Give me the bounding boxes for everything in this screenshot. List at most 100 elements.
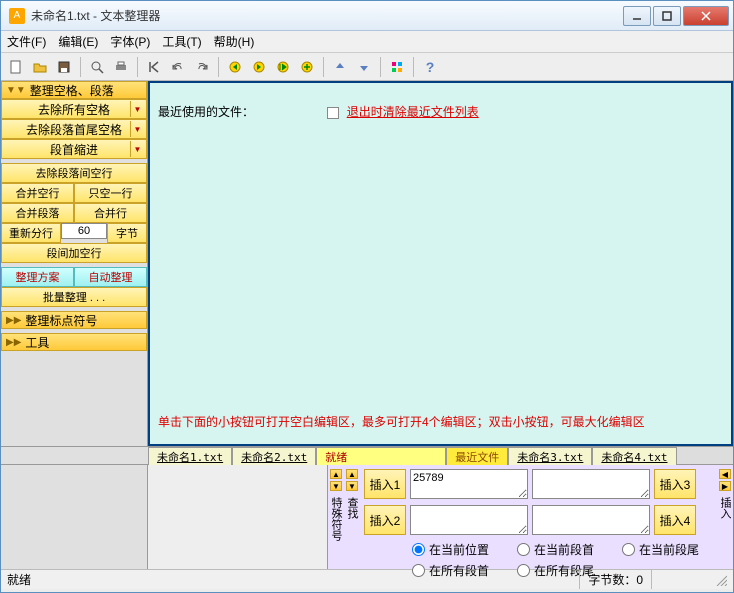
sidebar-group-label: 整理空格、段落 <box>30 82 114 99</box>
down-icon[interactable] <box>353 56 375 78</box>
window-title: 未命名1.txt - 文本整理器 <box>31 7 621 24</box>
sidebar-group-label: 整理标点符号 <box>25 312 97 329</box>
hint-message: 单击下面的小按钮可打开空白编辑区，最多可打开4个编辑区；双击小按钮，可最大化编辑… <box>158 413 645 430</box>
titlebar: A 未命名1.txt - 文本整理器 <box>1 1 733 31</box>
lower-panel: ▲ ▼ 特殊符号 ▲ ▼ 查找 插入1 25789 插入3 插入2 插入4 在当… <box>1 464 733 569</box>
insert2-button[interactable]: 插入2 <box>364 505 406 535</box>
menu-file[interactable]: 文件(F) <box>7 33 46 50</box>
resplit-bytes-input[interactable] <box>61 223 107 239</box>
side-strip-find: ▲ ▼ 查找 <box>344 465 360 569</box>
nav1-icon[interactable] <box>224 56 246 78</box>
merge-para-button[interactable]: 合并段落 <box>1 203 74 223</box>
menu-font[interactable]: 字体(P) <box>110 33 150 50</box>
indent-button[interactable]: 段首缩进▼ <box>1 139 147 159</box>
recent-files-label: 最近使用的文件： <box>158 103 254 120</box>
sidebar: ▼▼整理空格、段落 去除所有空格▼ 去除段落首尾空格▼ 段首缩进▼ 去除段落间空… <box>1 81 148 446</box>
tab-strip: 未命名1.txt 未命名2.txt 就绪 最近文件 未命名3.txt 未命名4.… <box>1 446 733 464</box>
app-icon: A <box>9 8 25 24</box>
nav3-icon[interactable] <box>272 56 294 78</box>
sidebar-group-spaces[interactable]: ▼▼ 整理空格、段落 <box>1 81 147 99</box>
dropdown-icon[interactable]: ▼ <box>130 141 144 157</box>
close-button[interactable] <box>683 6 729 26</box>
menu-help[interactable]: 帮助(H) <box>214 33 255 50</box>
remove-all-spaces-button[interactable]: 去除所有空格▼ <box>1 99 147 119</box>
tab-file2[interactable]: 未命名2.txt <box>232 447 316 465</box>
collapse-icon: ▼▼ <box>6 85 26 96</box>
remove-blank-lines-button[interactable]: 去除段落间空行 <box>1 163 147 183</box>
insert-panel: 插入1 25789 插入3 插入2 插入4 在当前位置 在当前段首 在当前段尾 … <box>360 465 717 569</box>
status-bytes: 字节数：0 <box>579 570 651 589</box>
side-label-find[interactable]: 查找 <box>344 497 360 519</box>
undo-icon[interactable] <box>167 56 189 78</box>
clear-on-exit-checkbox[interactable] <box>327 107 339 119</box>
radio-current-pos[interactable]: 在当前位置 <box>412 541 489 558</box>
merge-line-button[interactable]: 合并行 <box>74 203 147 223</box>
dropdown-icon[interactable]: ▼ <box>130 121 144 137</box>
clear-on-exit-link[interactable]: 退出时清除最近文件列表 <box>347 105 479 119</box>
sidebar-group-tools[interactable]: ▶▶ 工具 <box>1 333 147 351</box>
expand-right-icon[interactable]: ▶ <box>719 481 731 491</box>
insert2-field[interactable] <box>410 505 528 535</box>
save-icon[interactable] <box>53 56 75 78</box>
expand-up-icon[interactable]: ▲ <box>330 469 342 479</box>
up-icon[interactable] <box>329 56 351 78</box>
tab-file3[interactable]: 未命名3.txt <box>508 447 592 465</box>
insert4-button[interactable]: 插入4 <box>654 505 696 535</box>
print-icon[interactable] <box>110 56 132 78</box>
tab-recent[interactable]: 最近文件 <box>446 447 508 465</box>
expand-left-icon[interactable]: ◀ <box>719 469 731 479</box>
expand-icon: ▶▶ <box>6 337 21 348</box>
insert4-field[interactable] <box>532 505 650 535</box>
menu-tools[interactable]: 工具(T) <box>162 33 201 50</box>
tab-ready[interactable]: 就绪 <box>316 447 446 465</box>
resize-grip-icon[interactable] <box>711 574 727 586</box>
add-blank-button[interactable]: 段间加空行 <box>1 243 147 263</box>
grid-icon[interactable] <box>386 56 408 78</box>
expand-down-icon[interactable]: ▼ <box>346 481 358 491</box>
resplit-button[interactable]: 重新分行 <box>1 223 61 243</box>
redo-icon[interactable] <box>191 56 213 78</box>
auto-button[interactable]: 自动整理 <box>74 267 147 287</box>
nav2-icon[interactable] <box>248 56 270 78</box>
insert3-button[interactable]: 插入3 <box>654 469 696 499</box>
help-icon[interactable]: ? <box>419 56 441 78</box>
maximize-button[interactable] <box>653 6 681 26</box>
plan-button[interactable]: 整理方案 <box>1 267 74 287</box>
content-pane: 最近使用的文件： 退出时清除最近文件列表 单击下面的小按钮可打开空白编辑区，最多… <box>148 81 733 446</box>
minimize-button[interactable] <box>623 6 651 26</box>
side-strip-special: ▲ ▼ 特殊符号 <box>328 465 344 569</box>
only-one-line-button[interactable]: 只空一行 <box>74 183 147 203</box>
toolbar: ? <box>1 53 733 81</box>
insert3-field[interactable] <box>532 469 650 499</box>
radio-para-end[interactable]: 在当前段尾 <box>622 541 699 558</box>
first-icon[interactable] <box>143 56 165 78</box>
new-file-icon[interactable] <box>5 56 27 78</box>
insert1-field[interactable]: 25789 <box>410 469 528 499</box>
expand-up-icon[interactable]: ▲ <box>346 469 358 479</box>
dropdown-icon[interactable]: ▼ <box>130 101 144 117</box>
expand-icon: ▶▶ <box>6 315 21 326</box>
merge-blank-button[interactable]: 合并空行 <box>1 183 74 203</box>
batch-button[interactable]: 批量整理 . . . <box>1 287 147 307</box>
radio-all-start[interactable]: 在所有段首 <box>412 562 489 579</box>
radio-para-start[interactable]: 在当前段首 <box>517 541 594 558</box>
main-area: ▼▼整理空格、段落 去除所有空格▼ 去除段落首尾空格▼ 段首缩进▼ 去除段落间空… <box>1 81 733 446</box>
find-icon[interactable] <box>86 56 108 78</box>
tab-file4[interactable]: 未命名4.txt <box>592 447 676 465</box>
bytes-label-button[interactable]: 字节 <box>107 223 147 243</box>
insert1-button[interactable]: 插入1 <box>364 469 406 499</box>
expand-down-icon[interactable]: ▼ <box>330 481 342 491</box>
menubar: 文件(F) 编辑(E) 字体(P) 工具(T) 帮助(H) <box>1 31 733 53</box>
remove-trail-spaces-button[interactable]: 去除段落首尾空格▼ <box>1 119 147 139</box>
open-file-icon[interactable] <box>29 56 51 78</box>
sidebar-group-punct[interactable]: ▶▶ 整理标点符号 <box>1 311 147 329</box>
nav4-icon[interactable] <box>296 56 318 78</box>
window-buttons <box>621 6 729 26</box>
sidebar-group-label: 工具 <box>25 334 49 351</box>
status-ready: 就绪 <box>7 571 31 588</box>
side-label-special[interactable]: 特殊符号 <box>328 497 344 541</box>
menu-edit[interactable]: 编辑(E) <box>58 33 98 50</box>
tab-file1[interactable]: 未命名1.txt <box>148 447 232 465</box>
side-strip-insert: ◀ ▶ 插入 <box>717 465 733 569</box>
side-label-insert[interactable]: 插入 <box>717 497 733 519</box>
